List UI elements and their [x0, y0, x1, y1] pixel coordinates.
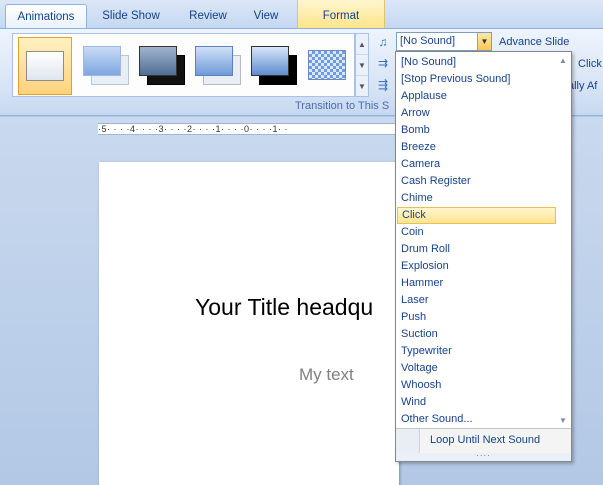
gallery-down-icon[interactable]: ▼: [356, 55, 368, 76]
transition-thumb-dissolve[interactable]: [301, 37, 355, 95]
transition-sound-value: [No Sound]: [400, 35, 456, 47]
sound-option[interactable]: Wind: [397, 394, 556, 411]
sound-option[interactable]: Other Sound...: [397, 411, 556, 428]
gallery-up-icon[interactable]: ▲: [356, 34, 368, 55]
slide-title[interactable]: Your Title headqu: [195, 294, 373, 321]
transition-gallery: [12, 33, 355, 97]
group-label-transition: Transition to This S: [295, 100, 390, 112]
sound-option[interactable]: Arrow: [397, 105, 556, 122]
sound-option[interactable]: Camera: [397, 156, 556, 173]
sound-option[interactable]: Applause: [397, 88, 556, 105]
sound-option[interactable]: Hammer: [397, 275, 556, 292]
apply-to-all-icon: ⇶: [377, 78, 389, 92]
dropdown-footer: Loop Until Next Sound: [396, 428, 571, 453]
on-mouse-click-label[interactable]: Click: [578, 58, 602, 70]
transition-sound-icon: ♫: [378, 35, 388, 49]
dropdown-scrollbar[interactable]: ▲ ▼: [556, 54, 570, 428]
tab-view[interactable]: View: [244, 4, 288, 28]
gallery-more-icon[interactable]: ▼: [356, 76, 368, 97]
sound-option[interactable]: Voltage: [397, 360, 556, 377]
sound-option[interactable]: Drum Roll: [397, 241, 556, 258]
advance-slide-label: Advance Slide: [499, 36, 570, 48]
transition-thumb-cut[interactable]: [189, 37, 243, 95]
loop-checkbox-gutter: [396, 429, 420, 453]
sound-option[interactable]: Explosion: [397, 258, 556, 275]
sound-options: [No Sound] [Stop Previous Sound] Applause A…: [397, 54, 556, 428]
tab-review[interactable]: Review: [180, 4, 236, 28]
transition-thumb-cut-black[interactable]: [245, 37, 299, 95]
tab-animations[interactable]: Animations: [5, 4, 87, 28]
sound-option[interactable]: Bomb: [397, 122, 556, 139]
loop-until-next-sound-option[interactable]: Loop Until Next Sound: [430, 434, 540, 446]
sound-option[interactable]: Laser: [397, 292, 556, 309]
sound-option[interactable]: Chime: [397, 190, 556, 207]
tab-slide-show[interactable]: Slide Show: [92, 4, 170, 28]
sound-option[interactable]: Breeze: [397, 139, 556, 156]
transition-speed-icon: ⇉: [377, 56, 389, 70]
slide-canvas[interactable]: Your Title headqu My text: [99, 162, 399, 485]
horizontal-ruler: ·5· · · ·4· · · ·3· · · ·2· · · ·1· · · …: [98, 123, 398, 135]
sound-option[interactable]: Suction: [397, 326, 556, 343]
transition-thumb-no-transition[interactable]: [18, 37, 72, 95]
tab-format[interactable]: Format: [297, 0, 385, 28]
transition-thumb-fade[interactable]: [77, 37, 131, 95]
sound-option[interactable]: Whoosh: [397, 377, 556, 394]
sound-option[interactable]: Click: [397, 207, 556, 224]
sound-option[interactable]: Typewriter: [397, 343, 556, 360]
sound-option[interactable]: [Stop Previous Sound]: [397, 71, 556, 88]
chevron-down-icon[interactable]: ▼: [477, 33, 491, 50]
sound-option[interactable]: Coin: [397, 224, 556, 241]
transition-thumb-fade-black[interactable]: [133, 37, 187, 95]
slide-body-text[interactable]: My text: [299, 365, 354, 385]
scroll-down-icon[interactable]: ▼: [556, 414, 570, 428]
transition-sound-select[interactable]: [No Sound] ▼: [396, 32, 492, 51]
resize-grip-icon[interactable]: ····: [396, 452, 571, 461]
sound-option[interactable]: Push: [397, 309, 556, 326]
sound-dropdown-list: [No Sound] [Stop Previous Sound] Applause A…: [395, 51, 572, 462]
automatically-after-label[interactable]: ally Af: [568, 80, 597, 92]
scroll-up-icon[interactable]: ▲: [556, 54, 570, 68]
gallery-scroll[interactable]: ▲ ▼ ▼: [355, 33, 369, 97]
ribbon-tab-strip: Animations Slide Show Review View Format: [0, 0, 603, 28]
sound-option[interactable]: [No Sound]: [397, 54, 556, 71]
sound-option[interactable]: Cash Register: [397, 173, 556, 190]
